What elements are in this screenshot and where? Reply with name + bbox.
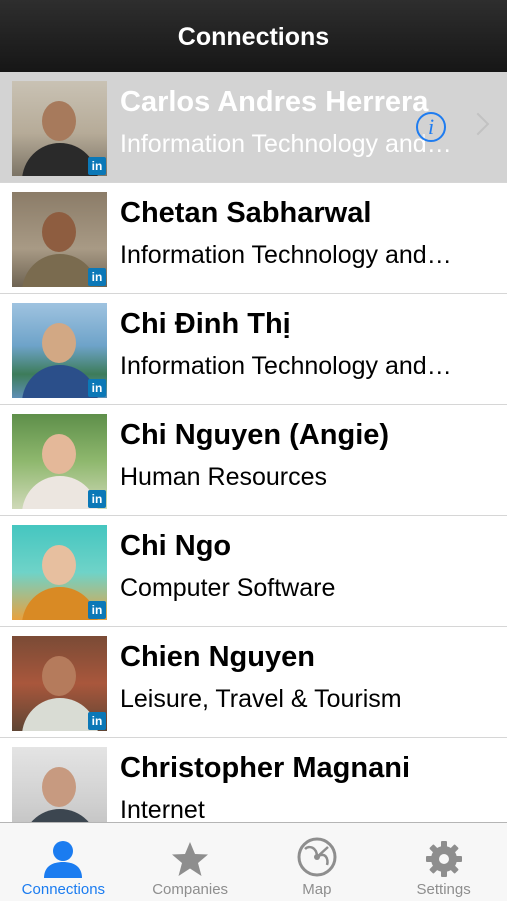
linkedin-badge: in [88, 379, 106, 397]
avatar: in [12, 192, 107, 287]
connection-row[interactable]: in Chi Ngo Computer Software [0, 516, 507, 627]
tab-label: Settings [416, 881, 471, 898]
person-icon [44, 841, 83, 878]
tab-bar: Connections Companies Map Settings [0, 822, 507, 901]
tab-label: Companies [152, 881, 229, 898]
connections-list[interactable]: in Carlos Andres Herrera Information Tec… [0, 72, 507, 822]
navigation-bar: Connections [0, 0, 507, 73]
gear-icon [425, 841, 462, 877]
connection-row[interactable]: in Chien Nguyen Leisure, Travel & Touris… [0, 627, 507, 738]
connection-industry: Leisure, Travel & Tourism [120, 685, 402, 713]
avatar: in [12, 747, 107, 822]
avatar: in [12, 414, 107, 509]
avatar: in [12, 636, 107, 731]
connection-industry: Human Resources [120, 463, 328, 491]
connection-row[interactable]: in Chi Đinh Thị Information Technology a… [0, 294, 507, 405]
tab-label: Connections [21, 881, 106, 898]
linkedin-badge: in [88, 601, 106, 619]
connection-row[interactable]: in Chetan Sabharwal Information Technolo… [0, 183, 507, 294]
tab-map[interactable]: Map [254, 823, 381, 901]
connection-name: Christopher Magnani [120, 752, 411, 784]
star-icon [172, 842, 209, 876]
tab-companies[interactable]: Companies [127, 823, 254, 901]
connection-row[interactable]: in Christopher Magnani Internet [0, 738, 507, 822]
connection-name: Chetan Sabharwal [120, 197, 372, 229]
connection-industry: Information Technology and Services [120, 130, 455, 158]
linkedin-badge: in [88, 157, 106, 175]
linkedin-badge: in [88, 490, 106, 508]
connection-name: Chi Ngo [120, 530, 232, 562]
connection-industry: Information Technology and Services [120, 241, 455, 269]
avatar: in [12, 525, 107, 620]
connection-name: Carlos Andres Herrera [120, 86, 429, 118]
avatar: in [12, 81, 107, 176]
info-icon[interactable]: i [416, 112, 446, 142]
connection-row[interactable]: in Chi Nguyen (Angie) Human Resources [0, 405, 507, 516]
radar-icon [297, 837, 337, 877]
avatar: in [12, 303, 107, 398]
tab-settings[interactable]: Settings [380, 823, 507, 901]
connection-industry: Information Technology and Services [120, 352, 455, 380]
connection-name: Chi Đinh Thị [120, 308, 291, 340]
chevron-right-icon [466, 112, 490, 136]
tab-connections[interactable]: Connections [0, 823, 127, 901]
connection-name: Chien Nguyen [120, 641, 315, 673]
linkedin-badge: in [88, 712, 106, 730]
tab-label: Map [302, 881, 332, 898]
connection-name: Chi Nguyen (Angie) [120, 419, 390, 451]
connection-industry: Internet [120, 796, 205, 822]
linkedin-badge: in [88, 268, 106, 286]
connection-row[interactable]: in Carlos Andres Herrera Information Tec… [0, 72, 507, 183]
page-title: Connections [177, 22, 330, 51]
connection-industry: Computer Software [120, 574, 336, 602]
